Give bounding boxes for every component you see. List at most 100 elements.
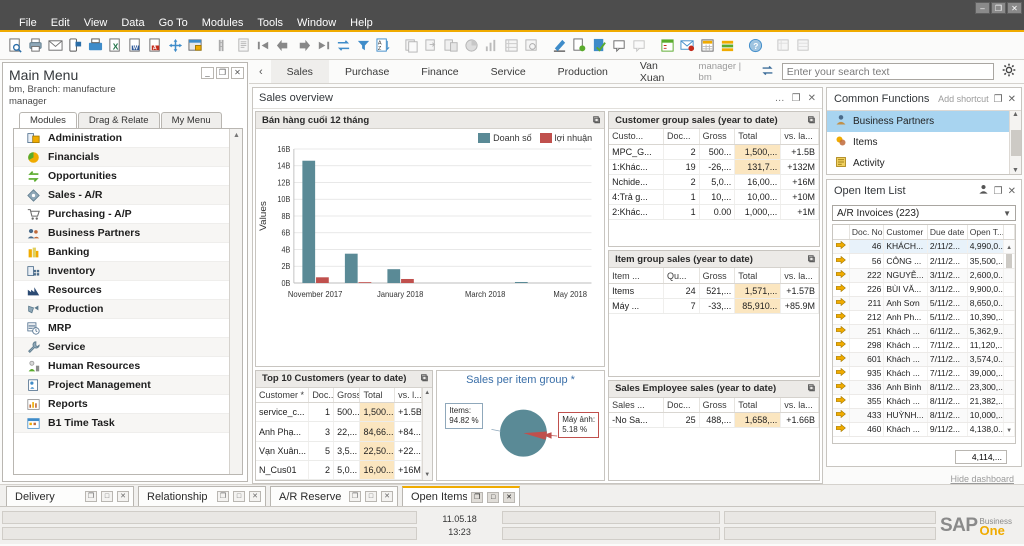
row-open-icon[interactable] (833, 352, 849, 366)
scroll-up-icon[interactable]: ▲ (424, 390, 430, 396)
task-close-button[interactable]: ✕ (117, 491, 129, 502)
table-row[interactable]: 935Khách ...7/11/2...39,000,... (833, 366, 1015, 380)
table-row[interactable]: 336Anh Bình8/11/2...23,300,... (833, 380, 1015, 394)
export-pdf-icon[interactable]: A (146, 36, 165, 56)
table-row[interactable]: 46KHÁCH...2/11/2...4,990,0...▲ (833, 239, 1015, 253)
common-functions-scrollbar[interactable]: ▲ ▼ (1009, 111, 1021, 174)
refresh-icon[interactable] (334, 36, 353, 56)
tab-sales[interactable]: Sales (271, 60, 329, 83)
close-icon[interactable]: ✕ (808, 93, 816, 104)
task-close-button[interactable]: ✕ (381, 491, 393, 502)
print-icon[interactable] (26, 36, 45, 56)
common-function-business-partners[interactable]: Business Partners (827, 111, 1021, 132)
maximize-icon[interactable]: ❐ (994, 186, 1003, 197)
launch-app-icon[interactable] (166, 36, 185, 56)
column-header-due-date[interactable]: Due date (927, 225, 967, 239)
scroll-up-icon[interactable]: ▲ (1012, 111, 1019, 118)
user-defined-icon[interactable] (794, 36, 813, 56)
gear-icon[interactable] (1002, 63, 1016, 80)
task-restore-button[interactable]: ❐ (471, 492, 483, 503)
sidebar-item-resources[interactable]: Resources (14, 281, 242, 300)
table-row[interactable]: 2:Khác...10.001,000,...+1M (609, 204, 818, 219)
query-icon[interactable] (522, 36, 541, 56)
column-header-gross[interactable]: Gross (334, 388, 360, 403)
close-button[interactable]: ✕ (1007, 2, 1022, 14)
refresh-icon[interactable] (761, 64, 774, 80)
expand-icon[interactable]: ⧉ (808, 115, 815, 126)
sidebar-item-production[interactable]: Production (14, 300, 242, 319)
task-restore-button[interactable]: ❐ (217, 491, 229, 502)
table-row[interactable]: N_Cus0125,0...16,00...+16M (256, 460, 421, 479)
sidebar-item-project-management[interactable]: Project Management (14, 376, 242, 395)
column-header-open-total[interactable]: Open T... (967, 225, 1003, 239)
table-row[interactable]: Items24521,...1,571,...+1.57B (609, 283, 818, 298)
column-header-customer[interactable]: Customer * (256, 388, 309, 403)
help-icon[interactable]: ? (746, 36, 765, 56)
task-relationship[interactable]: Relationship ❐ □ ✕ (138, 486, 266, 506)
search-input[interactable]: Enter your search text (782, 63, 994, 80)
column-header-total[interactable]: Total (360, 388, 395, 403)
row-open-icon[interactable] (833, 282, 849, 296)
expand-icon[interactable]: ⧉ (421, 373, 428, 384)
copy-icon[interactable] (402, 36, 421, 56)
chart-icon[interactable] (482, 36, 501, 56)
top-customers-scrollbar[interactable]: ▲▼ (422, 388, 432, 480)
export-word-icon[interactable]: W (126, 36, 145, 56)
sidebar-item-service[interactable]: Service (14, 338, 242, 357)
menu-item-view[interactable]: View (77, 17, 115, 29)
calendar-tasks-icon[interactable] (658, 36, 677, 56)
table-row[interactable]: 1:Khác...19-26,...131,7...+132M (609, 159, 818, 174)
last-record-icon[interactable] (314, 36, 333, 56)
tab-van-xuan[interactable]: Van Xuan (624, 60, 699, 83)
sidebar-item-inventory[interactable]: Inventory (14, 262, 242, 281)
add-shortcut-link[interactable]: Add shortcut (938, 94, 989, 104)
sms-icon[interactable] (66, 36, 85, 56)
tab-scroll-left-icon[interactable]: ‹ (257, 66, 271, 78)
menu-item-modules[interactable]: Modules (195, 17, 251, 29)
task-ar-reserve[interactable]: A/R Reserve ❐ □ ✕ (270, 486, 398, 506)
column-header-total[interactable]: Total (735, 268, 781, 283)
task-open-items[interactable]: Open Items ❐ □ ✕ (402, 486, 520, 506)
column-header-docs[interactable]: Doc... (664, 129, 700, 144)
email-icon[interactable] (46, 36, 65, 56)
menu-item-file[interactable]: File (12, 17, 44, 29)
column-header-gross[interactable]: Gross (699, 398, 735, 413)
column-header-gross[interactable]: Gross (699, 129, 735, 144)
column-header-customer-group[interactable]: Custo... (609, 129, 663, 144)
table-row[interactable]: MPC_G...2500...1,500,...+1.5B (609, 144, 818, 159)
table-row[interactable]: Máy ...7-33,...85,910...+85.9M (609, 298, 818, 313)
common-function-items[interactable]: Items (827, 132, 1021, 153)
task-maximize-button[interactable]: □ (487, 492, 499, 503)
sort-icon[interactable]: AZ (374, 36, 393, 56)
task-maximize-button[interactable]: □ (365, 491, 377, 502)
table-row[interactable]: Nchide...25,0...16,00...+16M (609, 174, 818, 189)
tab-drag-and-relate[interactable]: Drag & Relate (78, 112, 160, 128)
preview-icon[interactable] (6, 36, 25, 56)
column-header-quantity[interactable]: Qu... (664, 268, 700, 283)
expand-icon[interactable]: ⧉ (808, 254, 815, 265)
next-record-icon[interactable] (294, 36, 313, 56)
task-close-button[interactable]: ✕ (503, 492, 515, 503)
task-close-button[interactable]: ✕ (249, 491, 261, 502)
sidebar-item-human-resources[interactable]: Human Resources (14, 357, 242, 376)
tab-my-menu[interactable]: My Menu (161, 112, 222, 128)
sidebar-item-banking[interactable]: Banking (14, 243, 242, 262)
reports-icon[interactable] (442, 36, 461, 56)
tab-modules[interactable]: Modules (19, 112, 77, 129)
column-header-customer[interactable]: Customer (884, 225, 928, 239)
menu-item-help[interactable]: Help (343, 17, 380, 29)
tab-service[interactable]: Service (475, 60, 542, 83)
table-row[interactable]: Anh Phạ...322,...84,66...+84... (256, 422, 421, 441)
sidebar-item-sales-ar[interactable]: Sales - A/R (14, 186, 242, 205)
main-menu-minimize-button[interactable]: _ (201, 67, 214, 79)
row-open-icon[interactable] (833, 394, 849, 408)
sidebar-item-opportunities[interactable]: Opportunities (14, 167, 242, 186)
row-open-icon[interactable] (833, 310, 849, 324)
tab-production[interactable]: Production (542, 60, 624, 83)
lock-screen-icon[interactable] (186, 36, 205, 56)
previous-record-icon[interactable] (274, 36, 293, 56)
minimize-button[interactable]: – (975, 2, 990, 14)
table-row[interactable]: 226BÙI VĂ...3/11/2...9,900,0... (833, 282, 1015, 296)
user-icon[interactable] (978, 184, 989, 198)
paste-icon[interactable] (422, 36, 441, 56)
